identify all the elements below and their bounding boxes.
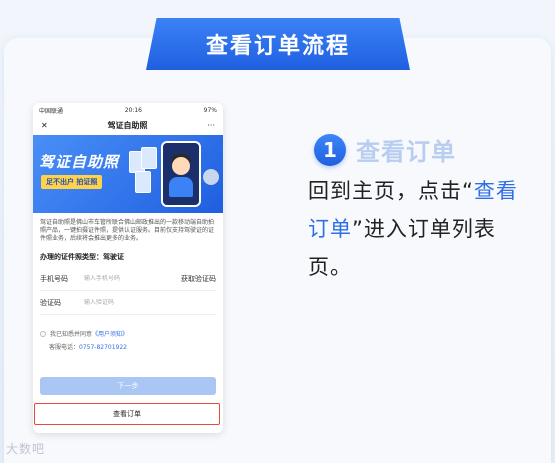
step-desc-part1: 回到主页，点击“ xyxy=(308,179,474,203)
hotline-row: 客服电话：0757-82701922 xyxy=(33,338,223,351)
nav-title: 驾证自助照 xyxy=(107,120,148,130)
hero-title: 驾证自助照 xyxy=(39,153,120,171)
hotline-label: 客服电话： xyxy=(49,344,80,351)
avatar-face xyxy=(172,157,190,175)
close-icon[interactable]: ✕ xyxy=(41,121,48,130)
phone-screenshot: 中国联通 20:16 97% ✕ 驾证自助照 ··· 驾证自助照 足不出户 拍证… xyxy=(33,103,223,433)
phone-input[interactable] xyxy=(84,275,181,282)
step-title: 查看订单 xyxy=(356,138,456,166)
id-type-row: 办理的证件照类型：驾驶证 xyxy=(40,247,216,267)
agree-checkbox[interactable] xyxy=(40,330,46,337)
carrier-label: 中国联通 xyxy=(39,107,64,115)
phone-row: 手机号码 获取验证码 xyxy=(40,267,216,291)
code-row: 验证码 xyxy=(40,291,216,315)
hero-badge: 足不出户 拍证照 xyxy=(41,175,103,189)
status-bar: 中国联通 20:16 97% xyxy=(33,103,223,117)
step-description: 回到主页，点击“查看订单”进入订单列表页。 xyxy=(308,172,523,286)
nav-bar: ✕ 驾证自助照 ··· xyxy=(33,117,223,133)
step-header: 1 查看订单 xyxy=(314,132,456,167)
id-photos-illustration xyxy=(129,147,159,197)
toggle-icon xyxy=(203,169,219,185)
service-description: 驾证自助照是佛山市车管所联合佛山邮政推出的一款移动端自助拍照产品，一键拍摄证件照… xyxy=(40,219,215,242)
battery-label: 97% xyxy=(203,106,217,114)
id-type-label: 办理的证件照类型： xyxy=(40,253,103,261)
phone-illustration xyxy=(161,141,201,207)
view-orders-button[interactable]: 查看订单 xyxy=(34,403,220,425)
hotline-number[interactable]: 0757-82701922 xyxy=(79,344,127,351)
agree-text: 我已知悉并同意 xyxy=(50,331,93,338)
time-label: 20:16 xyxy=(124,106,142,114)
hero-banner: 驾证自助照 足不出户 拍证照 xyxy=(33,135,223,213)
photo-card xyxy=(135,171,151,193)
id-type-value: 驾驶证 xyxy=(103,253,124,261)
watermark: 大数吧 xyxy=(6,442,46,456)
get-code-button[interactable]: 获取验证码 xyxy=(181,274,216,284)
code-input[interactable] xyxy=(84,299,216,306)
next-button[interactable]: 下一步 xyxy=(40,377,216,395)
avatar-body xyxy=(169,177,193,197)
user-notice-link[interactable]: 《用户须知》 xyxy=(92,329,128,338)
agreement-row: 我已知悉并同意 《用户须知》 xyxy=(33,315,223,338)
more-icon[interactable]: ··· xyxy=(207,121,215,130)
form: 办理的证件照类型：驾驶证 手机号码 获取验证码 验证码 xyxy=(33,243,223,315)
photo-card xyxy=(141,147,157,169)
step-number: 1 xyxy=(314,133,346,166)
banner-title: 查看订单流程 xyxy=(205,34,350,59)
title-banner: 查看订单流程 xyxy=(146,18,410,70)
phone-label: 手机号码 xyxy=(40,274,68,283)
code-label: 验证码 xyxy=(40,298,61,307)
